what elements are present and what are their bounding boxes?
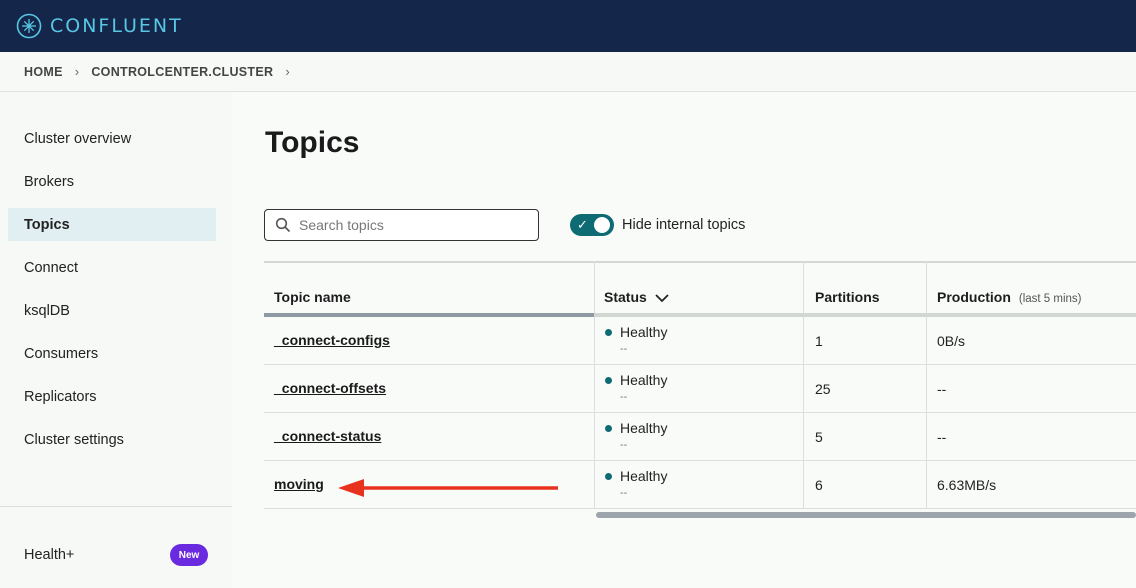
sidebar-item-brokers[interactable]: Brokers	[8, 165, 216, 198]
main-content: Topics ✓ Hide internal topics Topic name…	[232, 92, 1136, 588]
column-header-status[interactable]: Status	[604, 261, 669, 317]
sidebar-item-cluster-settings[interactable]: Cluster settings	[8, 423, 216, 456]
breadcrumb: HOME › CONTROLCENTER.CLUSTER ›	[0, 52, 1136, 92]
production-value: --	[937, 381, 947, 397]
status-text: Healthy	[620, 372, 668, 388]
hide-internal-topics-toggle[interactable]: ✓	[570, 214, 614, 236]
table-row: _connect-status Healthy -- 5 --	[264, 413, 1136, 461]
column-header-label: Partitions	[815, 289, 880, 305]
sidebar-item-consumers[interactable]: Consumers	[8, 337, 216, 370]
page-title: Topics	[265, 126, 360, 159]
sidebar-item-label: ksqlDB	[24, 302, 70, 319]
topic-link[interactable]: _connect-status	[274, 428, 381, 444]
column-header-topic-name[interactable]: Topic name	[274, 261, 351, 317]
toggle-label: Hide internal topics	[622, 217, 746, 233]
sidebar-item-connect[interactable]: Connect	[8, 251, 216, 284]
status-text: Healthy	[620, 468, 668, 484]
top-bar: CONFLUENT	[0, 0, 1136, 52]
sidebar-item-label: Cluster overview	[24, 130, 132, 147]
status-text: Healthy	[620, 420, 668, 436]
column-header-sublabel: (last 5 mins)	[1018, 293, 1082, 305]
horizontal-scrollbar[interactable]	[596, 512, 1136, 518]
sidebar-item-cluster-overview[interactable]: Cluster overview	[8, 122, 216, 155]
production-value: 6.63MB/s	[937, 477, 997, 493]
sidebar-item-label: Cluster settings	[24, 431, 124, 448]
status-dot	[605, 377, 612, 384]
partitions-value: 25	[815, 381, 831, 397]
column-header-label: Status	[604, 289, 647, 305]
topic-link[interactable]: _connect-offsets	[274, 380, 386, 396]
sidebar-item-ksqldb[interactable]: ksqlDB	[8, 294, 216, 327]
sidebar-item-label: Consumers	[24, 345, 99, 362]
toggle-knob	[594, 217, 610, 233]
sidebar-item-health-plus[interactable]: Health+	[24, 547, 74, 563]
sidebar-item-label: Connect	[24, 259, 79, 276]
sidebar-item-label: Topics	[24, 216, 70, 233]
column-header-label: Production	[937, 289, 1011, 305]
sidebar-item-topics[interactable]: Topics	[8, 208, 216, 241]
topic-link[interactable]: moving	[274, 476, 324, 492]
chevron-right-icon: ›	[74, 64, 80, 79]
topic-link[interactable]: _connect-configs	[274, 332, 390, 348]
breadcrumb-home[interactable]: HOME	[24, 65, 63, 79]
sidebar-divider	[0, 506, 232, 507]
sidebar-item-label: Brokers	[24, 173, 74, 190]
search-input[interactable]	[299, 217, 529, 233]
sidebar-item-label: Replicators	[24, 388, 97, 405]
status-dot	[605, 425, 612, 432]
chevron-right-icon: ›	[285, 64, 290, 79]
table-row: _connect-offsets Healthy -- 25 --	[264, 365, 1136, 413]
brand-name: CONFLUENT	[50, 15, 183, 37]
status-text: Healthy	[620, 324, 668, 340]
status-dot	[605, 329, 612, 336]
search-icon	[275, 217, 291, 233]
search-box[interactable]	[264, 209, 539, 241]
breadcrumb-cluster[interactable]: CONTROLCENTER.CLUSTER	[91, 65, 273, 79]
production-value: 0B/s	[937, 333, 966, 349]
chevron-down-icon[interactable]	[655, 293, 669, 303]
column-header-production[interactable]: Production (last 5 mins)	[937, 261, 1082, 317]
status-subtext: --	[620, 487, 628, 499]
partitions-value: 6	[815, 477, 823, 493]
sidebar-item-replicators[interactable]: Replicators	[8, 380, 216, 413]
table-row: _connect-configs Healthy -- 1 0B/s	[264, 317, 1136, 365]
sidebar: Cluster overview Brokers Topics Connect …	[0, 92, 232, 588]
production-value: --	[937, 429, 947, 445]
check-icon: ✓	[577, 217, 588, 232]
partitions-value: 5	[815, 429, 823, 445]
red-arrow-annotation-icon	[338, 479, 558, 497]
column-header-partitions[interactable]: Partitions	[815, 261, 880, 317]
confluent-logo-icon[interactable]	[16, 13, 42, 39]
status-subtext: --	[620, 343, 628, 355]
column-header-label: Topic name	[274, 289, 351, 305]
status-dot	[605, 473, 612, 480]
status-subtext: --	[620, 439, 628, 451]
new-badge: New	[170, 544, 208, 566]
status-subtext: --	[620, 391, 628, 403]
partitions-value: 1	[815, 333, 823, 349]
